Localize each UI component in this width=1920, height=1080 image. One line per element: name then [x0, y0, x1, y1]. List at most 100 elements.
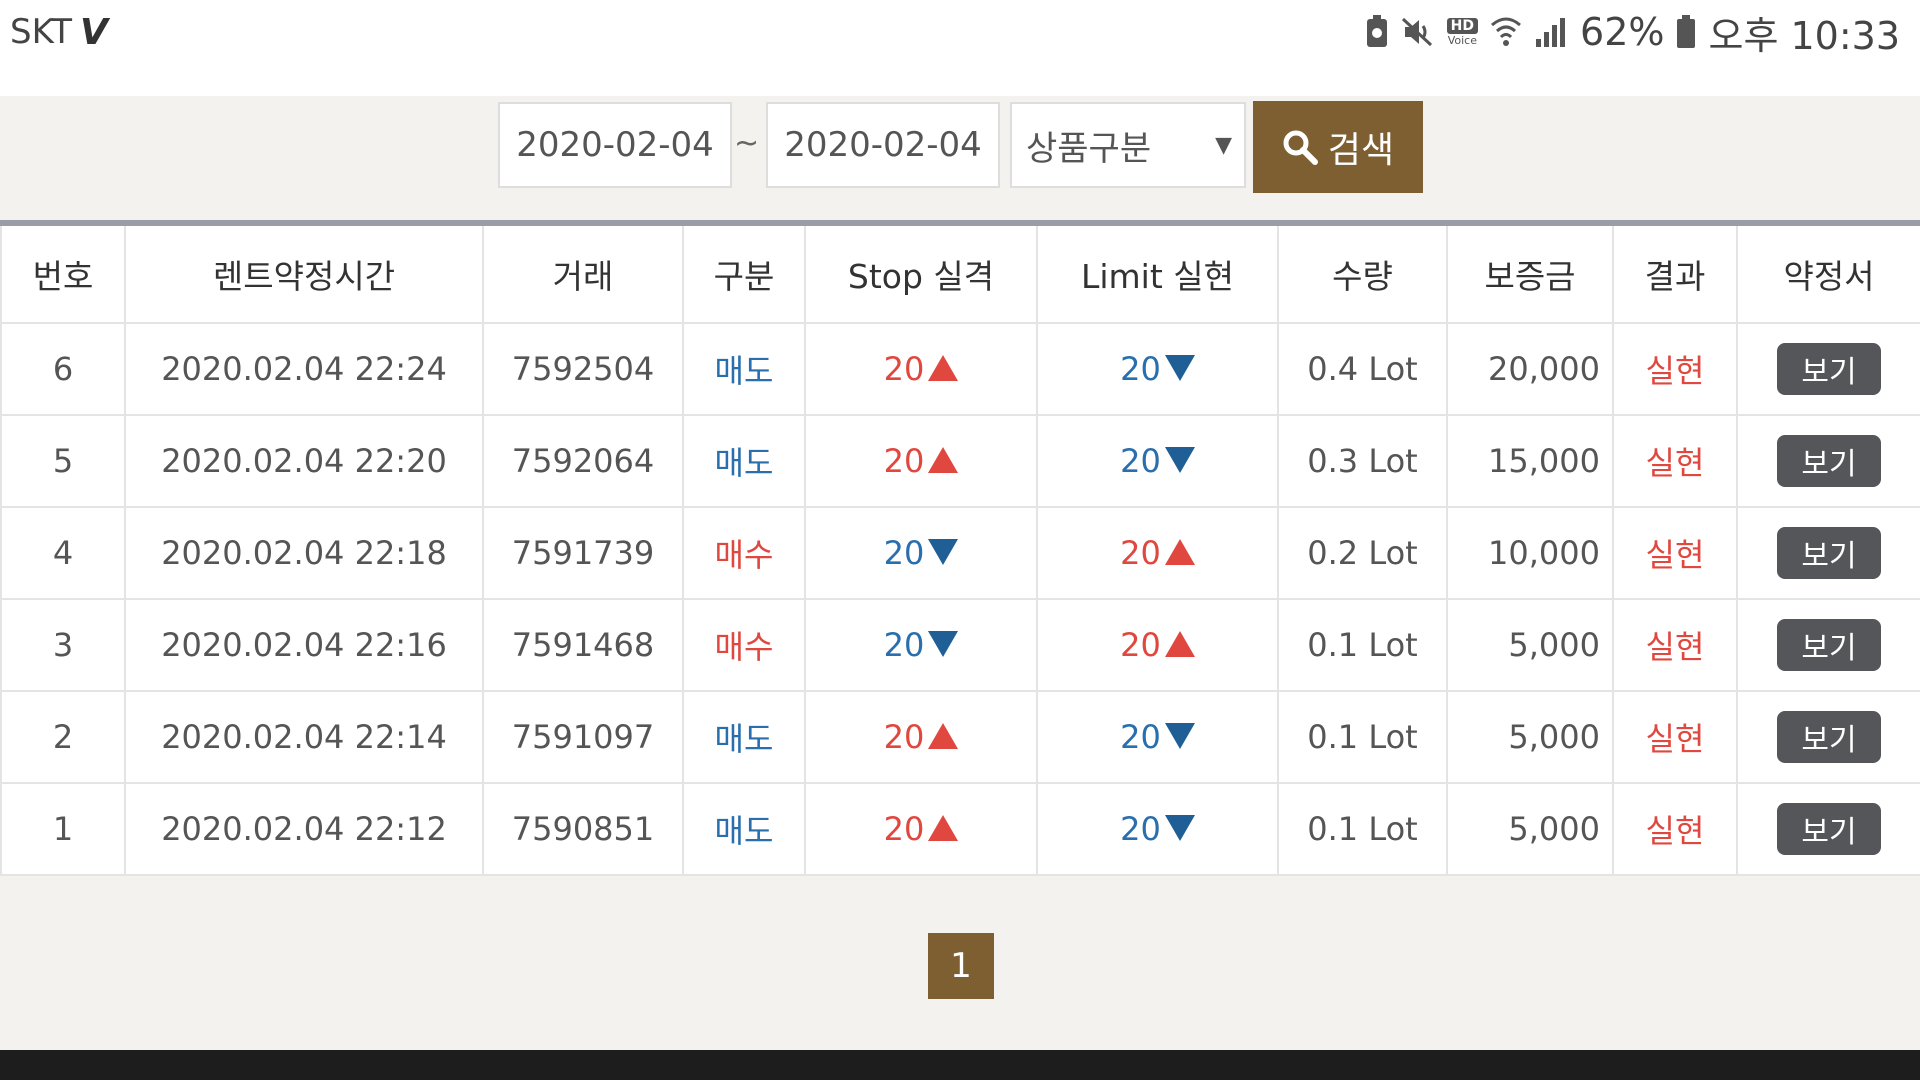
cell-time: 2020.02.04 22:24	[124, 322, 484, 416]
cell-result: 실현	[1612, 414, 1738, 508]
cell-limit: 20	[1036, 782, 1279, 876]
table-row: 6 2020.02.04 22:24 7592504 매도 20 20 0.4 Lot 20,…	[0, 322, 1920, 416]
triangle-down-icon	[928, 539, 959, 565]
table-body: 6 2020.02.04 22:24 7592504 매도 20 20 0.4 Lot 20,…	[0, 322, 1920, 876]
cell-contract: 보기	[1736, 598, 1920, 692]
contract-table-container: 번호 렌트약정시간 거래 구분 Stop 실격 Limit 실현 수량 보증금 …	[0, 220, 1920, 880]
cell-limit: 20	[1036, 598, 1279, 692]
cell-stop: 20	[804, 690, 1038, 784]
cell-trade: 7590851	[482, 782, 684, 876]
cell-qty: 0.1 Lot	[1277, 598, 1448, 692]
view-contract-button[interactable]: 보기	[1777, 711, 1881, 763]
cell-no: 6	[0, 322, 126, 416]
view-contract-button[interactable]: 보기	[1777, 527, 1881, 579]
triangle-down-icon	[1164, 723, 1195, 749]
mute-icon	[1401, 15, 1435, 49]
header-no: 번호	[0, 222, 126, 324]
cell-qty: 0.2 Lot	[1277, 506, 1448, 600]
cell-no: 4	[0, 506, 126, 600]
status-bar: SKT V HD Voice 62% 오후 10:33	[0, 0, 1920, 96]
cell-contract: 보기	[1736, 414, 1920, 508]
cell-type: 매수	[682, 598, 806, 692]
signal-icon	[1534, 15, 1568, 49]
status-icons: HD Voice 62% 오후 10:33	[1365, 8, 1900, 58]
cell-time: 2020.02.04 22:12	[124, 782, 484, 876]
cell-trade: 7591468	[482, 598, 684, 692]
cell-time: 2020.02.04 22:14	[124, 690, 484, 784]
carrier-name: SKT	[10, 12, 73, 52]
cell-result: 실현	[1612, 506, 1738, 600]
table-row: 4 2020.02.04 22:18 7591739 매수 20 20 0.2 Lot 10,…	[0, 506, 1920, 600]
cell-type: 매수	[682, 506, 806, 600]
header-limit: Limit 실현	[1036, 222, 1279, 324]
cell-stop: 20	[804, 414, 1038, 508]
cell-limit: 20	[1036, 414, 1279, 508]
cell-type: 매도	[682, 322, 806, 416]
battery-icon	[1676, 15, 1696, 49]
cell-result: 실현	[1612, 690, 1738, 784]
cell-limit: 20	[1036, 506, 1279, 600]
cell-no: 1	[0, 782, 126, 876]
date-separator: ~	[734, 126, 760, 161]
cell-result: 실현	[1612, 322, 1738, 416]
triangle-up-icon	[928, 815, 959, 841]
cell-time: 2020.02.04 22:16	[124, 598, 484, 692]
header-time: 렌트약정시간	[124, 222, 484, 324]
cell-contract: 보기	[1736, 690, 1920, 784]
product-select-value: 상품구분	[1026, 128, 1152, 169]
hd-voice-icon: HD Voice	[1446, 18, 1479, 47]
search-bar: 2020-02-04 ~ 2020-02-04 상품구분 ▼ 검색	[0, 96, 1920, 216]
triangle-up-icon	[1164, 539, 1195, 565]
chevron-down-icon: ▼	[1215, 132, 1232, 158]
date-from-input[interactable]: 2020-02-04	[498, 102, 732, 188]
header-trade: 거래	[482, 222, 684, 324]
nfc-icon	[1365, 15, 1389, 49]
carrier-area: SKT V	[10, 8, 108, 56]
search-icon	[1283, 130, 1318, 165]
cell-type: 매도	[682, 690, 806, 784]
triangle-up-icon	[928, 447, 959, 473]
battery-percent: 62%	[1580, 10, 1665, 54]
header-type: 구분	[682, 222, 806, 324]
pagination-page-1[interactable]: 1	[928, 933, 994, 999]
header-result: 결과	[1612, 222, 1738, 324]
cell-contract: 보기	[1736, 782, 1920, 876]
search-button[interactable]: 검색	[1253, 101, 1423, 193]
date-to-input[interactable]: 2020-02-04	[766, 102, 1000, 188]
cell-contract: 보기	[1736, 322, 1920, 416]
triangle-up-icon	[928, 355, 959, 381]
header-contract: 약정서	[1736, 222, 1920, 324]
cell-limit: 20	[1036, 690, 1279, 784]
cell-deposit: 5,000	[1446, 598, 1614, 692]
cell-no: 2	[0, 690, 126, 784]
cell-qty: 0.1 Lot	[1277, 782, 1448, 876]
triangle-down-icon	[1164, 355, 1195, 381]
hd-label: HD	[1446, 18, 1479, 34]
cell-no: 3	[0, 598, 126, 692]
search-button-label: 검색	[1327, 130, 1395, 171]
cell-no: 5	[0, 414, 126, 508]
cell-trade: 7592064	[482, 414, 684, 508]
cell-type: 매도	[682, 414, 806, 508]
view-contract-button[interactable]: 보기	[1777, 803, 1881, 855]
contract-table: 번호 렌트약정시간 거래 구분 Stop 실격 Limit 실현 수량 보증금 …	[0, 220, 1920, 876]
cell-type: 매도	[682, 782, 806, 876]
triangle-down-icon	[928, 631, 959, 657]
view-contract-button[interactable]: 보기	[1777, 619, 1881, 671]
triangle-up-icon	[928, 723, 959, 749]
cell-trade: 7591097	[482, 690, 684, 784]
cell-limit: 20	[1036, 322, 1279, 416]
cell-deposit: 20,000	[1446, 322, 1614, 416]
footer-bar	[0, 1050, 1920, 1080]
view-contract-button[interactable]: 보기	[1777, 435, 1881, 487]
cell-stop: 20	[804, 322, 1038, 416]
table-row: 2 2020.02.04 22:14 7591097 매도 20 20 0.1 Lot 5,0…	[0, 690, 1920, 784]
table-row: 3 2020.02.04 22:16 7591468 매수 20 20 0.1 Lot 5,0…	[0, 598, 1920, 692]
cell-time: 2020.02.04 22:20	[124, 414, 484, 508]
voice-label: Voice	[1447, 34, 1477, 47]
cell-qty: 0.4 Lot	[1277, 322, 1448, 416]
product-select[interactable]: 상품구분 ▼	[1010, 102, 1246, 188]
cell-qty: 0.3 Lot	[1277, 414, 1448, 508]
view-contract-button[interactable]: 보기	[1777, 343, 1881, 395]
triangle-down-icon	[1164, 815, 1195, 841]
